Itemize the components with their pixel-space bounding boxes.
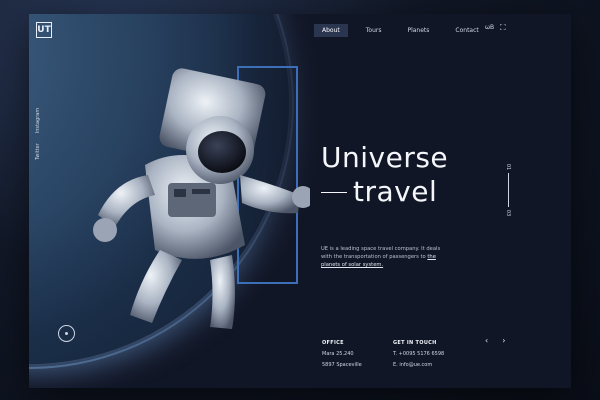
instagram-link[interactable]: Instagram <box>35 108 41 133</box>
touch-email[interactable]: E. info@ue.com <box>393 360 444 371</box>
fullscreen-icon[interactable]: ⛶ <box>500 23 506 33</box>
office-line2: 5897 Spaceville <box>322 362 362 368</box>
pager-bar <box>507 173 509 207</box>
title-dash <box>321 191 347 193</box>
hero-title-line2: travel <box>353 175 438 208</box>
logo[interactable]: UT <box>36 22 52 38</box>
pager-total: 03 <box>505 209 512 217</box>
scroll-button[interactable] <box>58 325 75 342</box>
nav-item-tours[interactable]: Tours <box>358 24 390 37</box>
office-info: OFFICE Mara 25.240 5897 Spaceville <box>322 338 362 371</box>
hero-title: Universe travel <box>321 141 448 209</box>
next-arrow-icon[interactable]: › <box>502 336 505 345</box>
dot-icon <box>65 332 68 335</box>
hero-title-line2-row: travel <box>321 175 448 209</box>
office-line1: Mara 25.240 <box>322 351 354 357</box>
contact-info: GET IN TOUCH T. +0095 5176 6598 E. info@… <box>393 338 444 371</box>
astronaut-illustration <box>93 68 310 329</box>
office-heading: OFFICE <box>322 340 344 346</box>
touch-phone[interactable]: T. +0095 5176 6598 <box>393 349 444 360</box>
main-nav: About Tours Planets Contact <box>314 24 497 37</box>
hero-description: UE is a leading space travel company. It… <box>321 245 451 269</box>
hero-title-line1: Universe <box>321 141 449 174</box>
nav-item-contact[interactable]: Contact <box>447 24 486 37</box>
slide-pager: 01 03 <box>505 164 511 216</box>
social-links: Twitter Instagram <box>35 108 41 160</box>
twitter-link[interactable]: Twitter <box>35 143 41 160</box>
touch-heading: GET IN TOUCH <box>393 340 437 346</box>
nav-item-about[interactable]: About <box>314 24 348 37</box>
description-text: UE is a leading space travel company. It… <box>321 246 441 260</box>
nav-item-planets[interactable]: Planets <box>399 24 437 37</box>
language-toggle[interactable]: ωB <box>485 24 494 31</box>
prev-arrow-icon[interactable]: ‹ <box>485 336 488 345</box>
slider-arrows: ‹ › <box>485 336 505 345</box>
pager-current: 01 <box>505 163 512 171</box>
